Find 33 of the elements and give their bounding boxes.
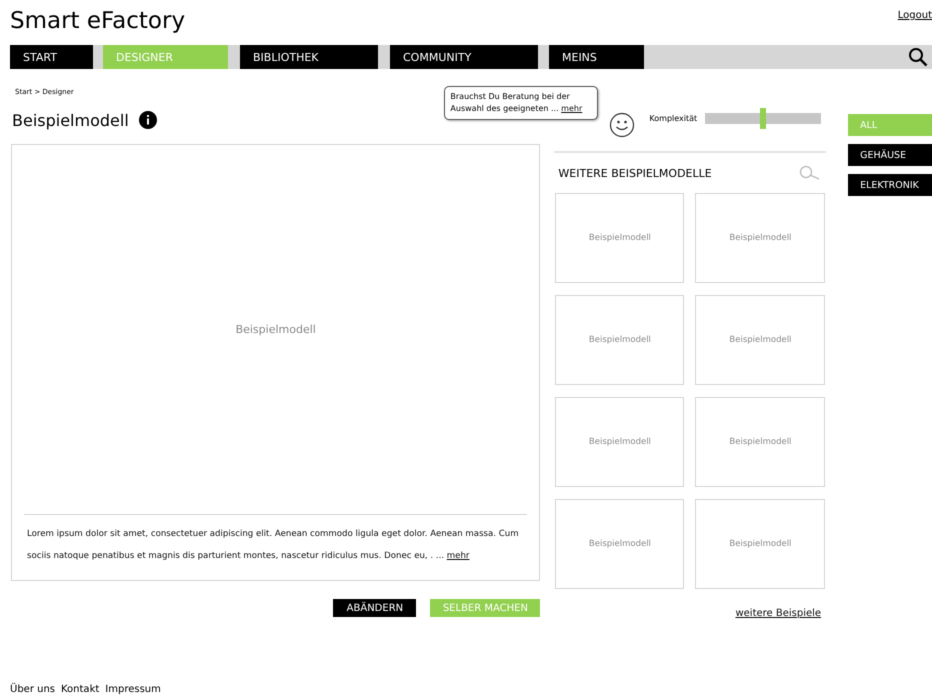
model-tile[interactable]: Beispielmodell [695,193,826,283]
tooltip-link[interactable]: mehr [561,104,582,113]
page-title: Beispielmodell [12,110,129,130]
model-tile[interactable]: Beispielmodell [555,295,684,385]
search-icon[interactable] [908,47,928,67]
nav-tab[interactable]: MEINS [549,45,644,69]
complexity-label: Komplexität [649,114,698,123]
footer-link[interactable]: Kontakt [61,684,100,695]
model-label: Beispielmodell [236,323,316,336]
nav-tab[interactable]: BIBLIOTHEK [240,45,378,69]
logout-link[interactable]: Logout [898,10,932,45]
model-tile[interactable]: Beispielmodell [695,499,826,589]
filter-button[interactable]: ELEKTRONIK [848,174,932,196]
nav-tab[interactable]: START [10,45,93,69]
model-tile[interactable]: Beispielmodell [695,295,826,385]
model-description: Lorem ipsum dolor sit amet, consectetuer adipiscing elit. Aenean commodo ligula eget dolor. Aenean massa. Cum sociis natoque penatibus et magnis dis parturient montes, nascetur ridiculus mus. Donec eu, . ... mehr [27,528,520,563]
smiley-icon[interactable] [609,112,636,138]
modify-button[interactable]: ABÄNDERN [333,599,416,617]
model-tile[interactable]: Beispielmodell [555,499,684,589]
more-link[interactable]: mehr [446,551,470,561]
nav-tab[interactable]: COMMUNITY [390,45,538,69]
model-tile[interactable]: Beispielmodell [555,193,684,283]
section-heading: WEITERE BEISPIELMODELLE [558,166,712,180]
info-icon[interactable] [138,111,157,129]
more-examples-link[interactable]: weitere Beispiele [735,608,822,619]
tooltip-text: Brauchst Du Beratung bei der Auswahl des geeigneten ... mehr [450,92,582,113]
model-tile[interactable]: Beispielmodell [555,397,684,487]
model-tile[interactable]: Beispielmodell [695,397,826,487]
slider-thumb[interactable] [760,108,766,129]
site-title: Smart eFactory [10,8,186,36]
footer-link[interactable]: Über uns [10,684,55,695]
footer-link[interactable]: Impressum [105,684,161,695]
filter-button[interactable]: GEHÄUSE [848,144,932,166]
